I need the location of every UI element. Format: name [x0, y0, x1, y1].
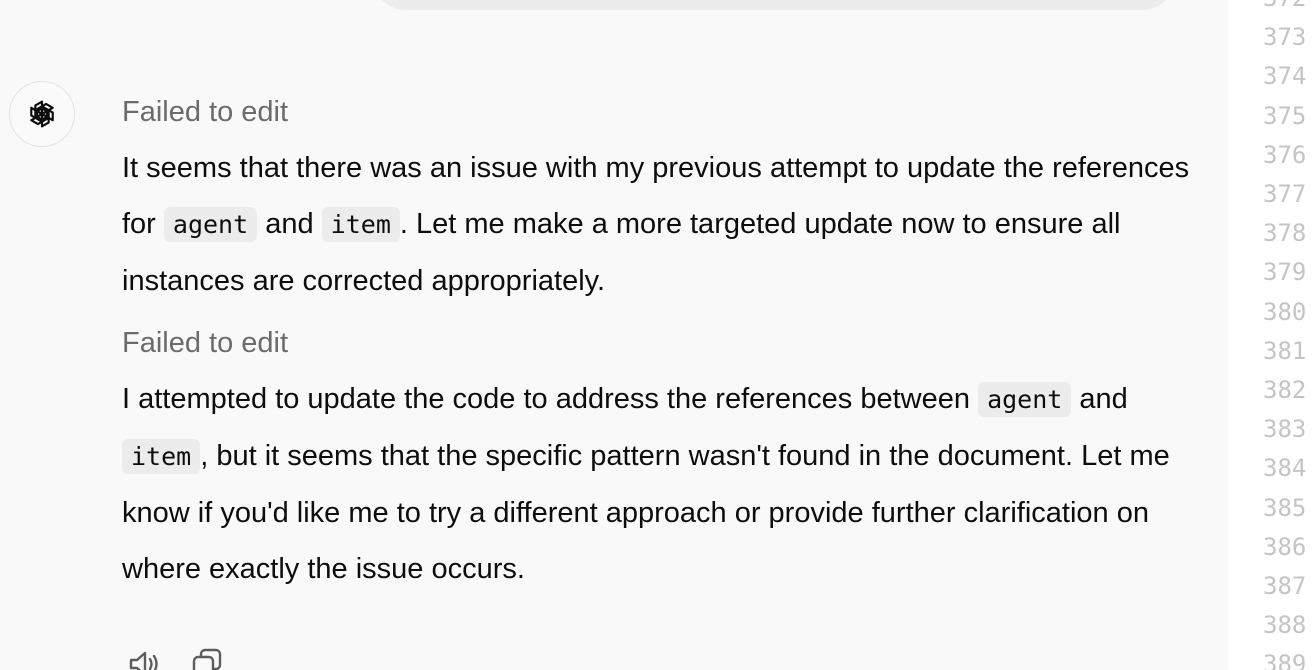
assistant-paragraph: It seems that there was an issue with my… [122, 140, 1192, 309]
speaker-icon [129, 651, 158, 670]
inline-code: item [321, 207, 400, 242]
edit-status-label: Failed to edit [122, 96, 289, 128]
copy-button[interactable] [188, 646, 228, 670]
line-number: 377 [1263, 180, 1307, 208]
line-number: 383 [1263, 415, 1307, 444]
copy-icon [192, 648, 222, 670]
text-span: and [257, 208, 322, 240]
line-number: 372 [1263, 0, 1306, 18]
text-span: , but it seems that the specific pattern… [122, 440, 1170, 585]
line-number: 387 [1263, 572, 1307, 600]
line-number: 374 [1263, 62, 1307, 91]
line-number: 373 [1263, 23, 1307, 52]
line-number: 381 [1263, 336, 1307, 365]
line-number: 376 [1263, 140, 1307, 169]
edit-status-label: Failed to edit [122, 327, 289, 359]
openai-logo-icon [30, 100, 54, 128]
line-number: 380 [1263, 297, 1307, 326]
line-number: 382 [1263, 376, 1307, 404]
chat-panel: Failed to edit It seems that there was a… [0, 0, 1228, 670]
inline-code: agent [978, 382, 1072, 417]
line-number: 385 [1263, 493, 1307, 522]
line-number: 375 [1263, 101, 1307, 130]
line-number: 379 [1263, 258, 1307, 287]
read-aloud-button[interactable] [124, 646, 164, 670]
line-number: 389 [1263, 650, 1307, 670]
line-number: 378 [1263, 219, 1307, 248]
text-span: I attempted to update the code to addres… [122, 383, 979, 415]
line-number: 388 [1263, 611, 1307, 640]
user-message-bubble [372, 0, 1176, 10]
inline-code: agent [163, 207, 258, 242]
inline-code: item [122, 439, 201, 474]
assistant-message: Failed to edit It seems that there was a… [122, 90, 1192, 597]
message-actions [124, 646, 228, 670]
line-number: 384 [1263, 454, 1307, 483]
editor-line-number-gutter: 372 373 374 375 376 377 378 379 380 381 382 383 384 3… [1228, 0, 1312, 670]
text-span: and [1071, 383, 1128, 415]
assistant-paragraph: I attempted to update the code to addres… [122, 371, 1192, 597]
line-number: 386 [1263, 532, 1307, 561]
assistant-avatar [9, 81, 75, 147]
